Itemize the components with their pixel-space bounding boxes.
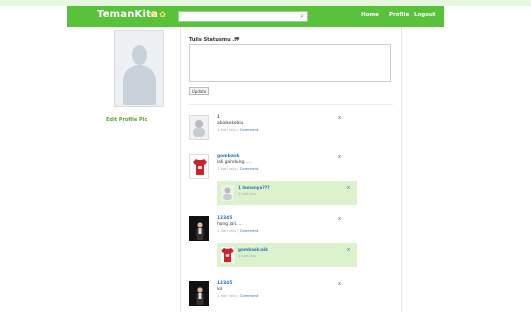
nav-logout-link[interactable]: Logout (414, 12, 436, 18)
post-meta: 1 hari lalu | Comment (217, 228, 258, 233)
header-bar: TemanKita ✿ ✿ ⌕ Home Profile Logout (67, 6, 444, 27)
avatar-placeholder-head (132, 45, 147, 65)
post-item: 12345 lol 1 hari lalu | Comment x (189, 281, 393, 311)
edit-profile-pic-link[interactable]: Edit Profile Pic (106, 117, 147, 123)
post-time: 1 hari lalu (217, 166, 237, 171)
post-time: 1 hari lalu (217, 127, 237, 132)
post-item: 12345 hang jali..... 1 hari lalu | Comme… (189, 216, 393, 272)
red-tshirt-icon (193, 159, 207, 175)
post-meta: 1 hari lalu | Comment (217, 166, 258, 171)
post-text: lol (217, 287, 223, 292)
post-author[interactable]: 12345 (217, 216, 232, 221)
person-photo-icon (196, 222, 204, 240)
avatar-placeholder-body (123, 65, 156, 105)
nav-home-link[interactable]: Home (361, 12, 379, 18)
search-input[interactable]: ⌕ (178, 11, 308, 22)
comment-link[interactable]: Comment (240, 228, 259, 233)
delete-post-button[interactable]: x (338, 216, 341, 222)
main-feed: Tulis Statusmu ..! ▬ Update 1 abiokokobi… (180, 27, 402, 312)
post-text: lali gandung..... (217, 160, 252, 165)
logo-flower-icon: ✿ ✿ (150, 10, 166, 19)
comment-link[interactable]: Comment (240, 166, 259, 171)
avatar[interactable] (189, 216, 209, 241)
profile-photo (114, 30, 164, 107)
avatar[interactable] (189, 115, 209, 140)
post-text: hang jali..... (217, 222, 243, 227)
post-author[interactable]: 1 (217, 115, 220, 120)
post-meta: 1 hari lalu | Comment (217, 293, 258, 298)
delete-comment-button[interactable]: x (347, 185, 350, 191)
comment-item: gombask:aik 1 hari lalu x (217, 243, 357, 267)
delete-comment-button[interactable]: x (347, 247, 350, 253)
person-photo-icon (196, 287, 204, 305)
comment-author[interactable]: 1 lamanya??? (238, 185, 270, 190)
update-button[interactable]: Update (189, 87, 209, 95)
left-sidebar: Edit Profile Pic (0, 27, 180, 312)
post-text: abiokokobiu (217, 121, 244, 126)
delete-post-button[interactable]: x (338, 154, 341, 160)
avatar[interactable] (189, 281, 209, 306)
avatar[interactable] (189, 154, 209, 179)
site-logo[interactable]: TemanKita (97, 9, 158, 20)
divider (189, 104, 393, 105)
red-tshirt-icon (221, 247, 234, 263)
post-meta: 1 hari lalu | Comment (217, 127, 258, 132)
comment-item: 1 lamanya??? 1 hari lalu x (217, 181, 357, 205)
comment-avatar[interactable] (221, 247, 234, 263)
post-time: 1 hari lalu (217, 228, 237, 233)
comment-link[interactable]: Comment (240, 293, 259, 298)
search-icon[interactable]: ⌕ (300, 12, 304, 21)
post-author[interactable]: gombask (217, 154, 239, 159)
post-time: 1 hari lalu (217, 293, 237, 298)
status-label: Tulis Statusmu ..! (189, 37, 239, 43)
camera-icon[interactable]: ▬ (234, 35, 240, 42)
post-item: 1 abiokokobiu 1 hari lalu | Comment x (189, 115, 393, 145)
comment-avatar[interactable] (221, 185, 234, 201)
comment-link[interactable]: Comment (240, 127, 259, 132)
nav-profile-link[interactable]: Profile (389, 12, 409, 18)
comment-time: 1 hari lalu (238, 254, 257, 258)
delete-post-button[interactable]: x (338, 115, 341, 121)
status-textarea[interactable] (189, 44, 391, 82)
comment-time: 1 hari lalu (238, 192, 257, 196)
delete-post-button[interactable]: x (338, 281, 341, 287)
comment-author[interactable]: gombask:aik (238, 247, 268, 252)
post-item: gombask lali gandung..... 1 hari lalu | … (189, 154, 393, 210)
default-avatar-icon (223, 187, 232, 200)
post-author[interactable]: 12345 (217, 281, 232, 286)
default-avatar-icon (193, 120, 205, 137)
